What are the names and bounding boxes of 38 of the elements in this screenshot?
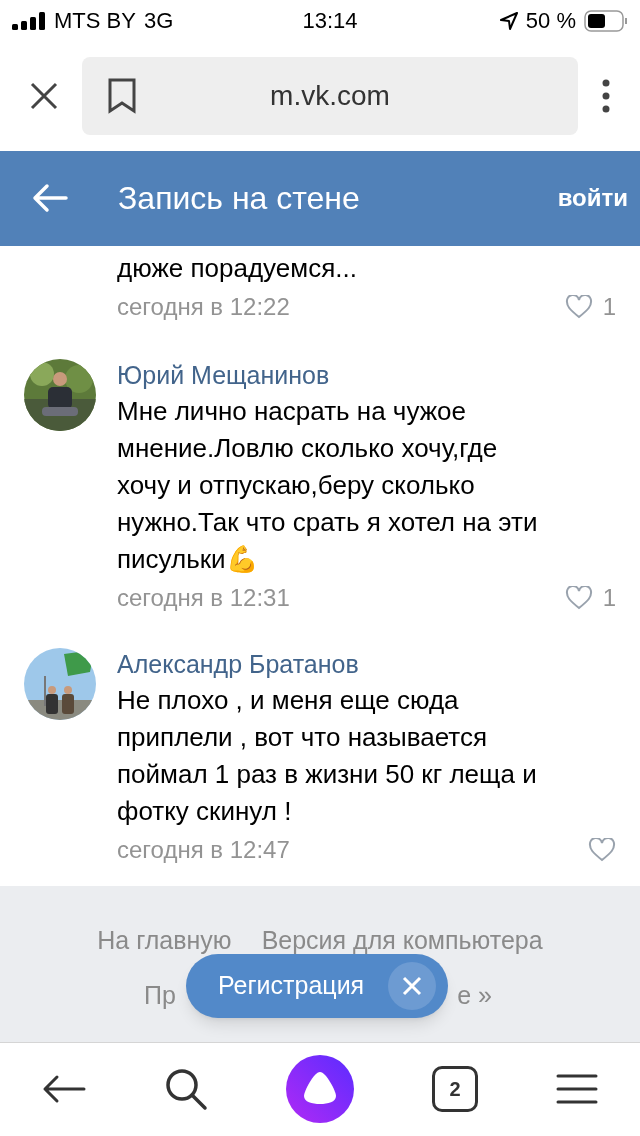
comment-text: дюже порадуемся... bbox=[117, 251, 358, 285]
bookmark-icon[interactable] bbox=[108, 78, 136, 115]
footer-link[interactable]: е » bbox=[457, 977, 492, 1015]
comment-date: сегодня в 12:31 bbox=[117, 582, 291, 613]
close-button[interactable] bbox=[388, 961, 436, 1010]
close-icon bbox=[402, 975, 422, 996]
network-type: 3G bbox=[143, 7, 174, 36]
close-icon[interactable] bbox=[30, 82, 58, 111]
registration-popup[interactable]: Регистрация bbox=[186, 953, 448, 1018]
address-bar[interactable]: m.vk.com bbox=[82, 57, 578, 136]
login-link[interactable]: войти bbox=[557, 180, 628, 217]
heart-icon[interactable] bbox=[588, 837, 616, 862]
battery-percent: 50 % bbox=[525, 7, 576, 36]
registration-label[interactable]: Регистрация bbox=[218, 967, 388, 1005]
assistant-icon[interactable] bbox=[286, 1055, 354, 1124]
like-count: 1 bbox=[602, 291, 616, 322]
heart-icon[interactable] bbox=[564, 294, 593, 319]
location-icon bbox=[499, 11, 518, 30]
comment-date: сегодня в 12:22 bbox=[117, 291, 291, 322]
comment-text: Мне лично насрать на чужое мнение.Ловлю сколько хочу,где хочу и отпускаю,беру сколько нужно.Так что срать я хотел на эти писульки💪 bbox=[117, 394, 539, 576]
footer-link[interactable]: Пр bbox=[144, 977, 176, 1015]
comment-text: Не плохо , и меня еще сюда приплели , вот что называется поймал 1 раз в жизни 50 кг леща и фотку скинул ! bbox=[117, 683, 538, 828]
back-arrow-icon[interactable] bbox=[42, 1074, 86, 1105]
page-title: Запись на стене bbox=[118, 179, 361, 219]
tabs-counter[interactable]: 2 bbox=[432, 1066, 478, 1113]
clock: 13:14 bbox=[301, 7, 359, 36]
more-icon[interactable] bbox=[602, 79, 610, 114]
comment-date: сегодня в 12:47 bbox=[117, 834, 291, 865]
search-icon[interactable] bbox=[164, 1067, 208, 1112]
menu-icon[interactable] bbox=[556, 1073, 598, 1106]
carrier-name: MTS BY bbox=[54, 7, 136, 36]
heart-icon[interactable] bbox=[564, 585, 593, 610]
url-text: m.vk.com bbox=[269, 79, 391, 114]
author-name[interactable]: Юрий Мещанинов bbox=[117, 358, 616, 391]
like-count: 1 bbox=[602, 582, 616, 613]
battery-icon bbox=[584, 9, 628, 32]
author-name[interactable]: Александр Братанов bbox=[117, 647, 616, 680]
signal-icon bbox=[12, 11, 46, 30]
